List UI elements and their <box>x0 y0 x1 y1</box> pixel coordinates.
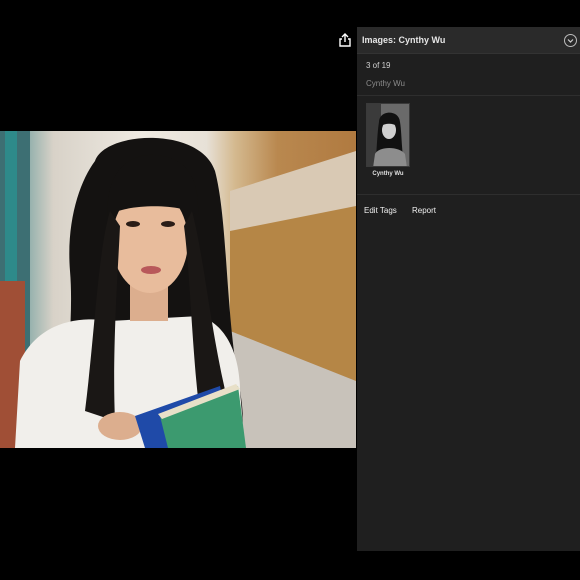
main-photo <box>0 131 356 448</box>
collapse-panel-button[interactable] <box>564 34 577 47</box>
panel-title: Images: Cynthy Wu <box>362 35 446 45</box>
chevron-down-circle-icon <box>567 39 574 43</box>
image-position: 3 of 19 <box>366 61 391 70</box>
divider <box>357 95 580 96</box>
image-subject: Cynthy Wu <box>366 79 405 88</box>
image-info-panel: Images: Cynthy Wu 3 of 19 Cynthy Wu Cynt… <box>357 27 580 551</box>
related-image-thumbnail[interactable] <box>366 103 410 167</box>
edit-tags-link[interactable]: Edit Tags <box>364 206 397 215</box>
share-button[interactable] <box>335 30 355 50</box>
divider <box>357 194 580 195</box>
related-image-item[interactable]: Cynthy Wu <box>366 103 410 177</box>
report-link[interactable]: Report <box>412 206 436 215</box>
related-image-caption: Cynthy Wu <box>372 171 404 177</box>
panel-header: Images: Cynthy Wu <box>357 27 580 54</box>
share-icon <box>339 33 351 47</box>
